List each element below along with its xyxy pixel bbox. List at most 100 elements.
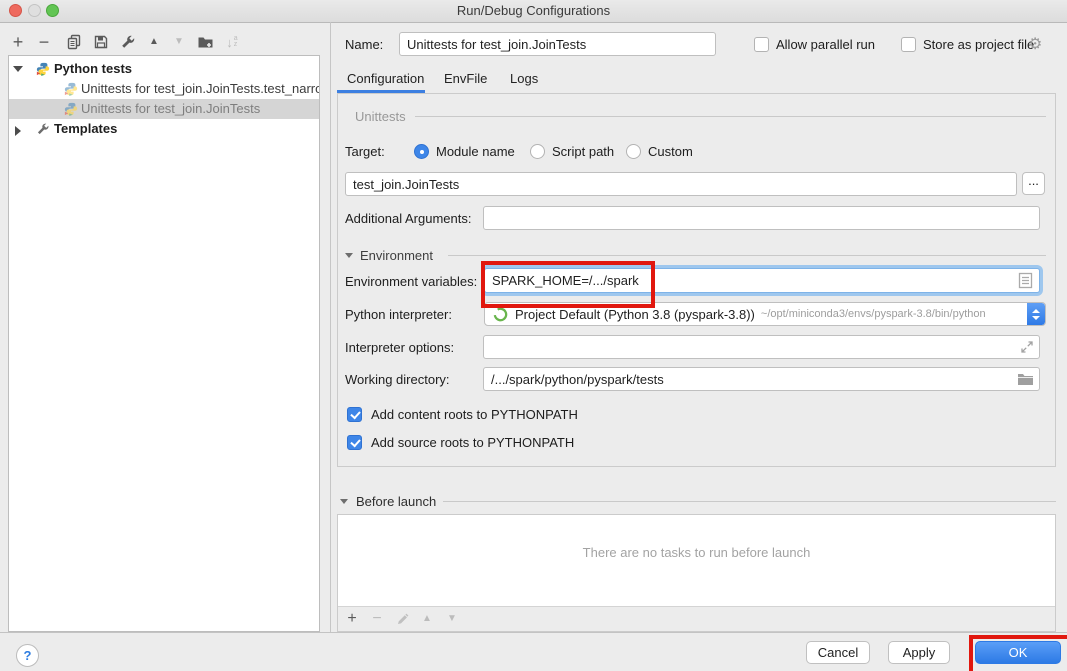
save-configuration-button[interactable]: [89, 31, 113, 53]
python-interpreter-select[interactable]: Project Default (Python 3.8 (pyspark-3.8…: [484, 302, 1046, 326]
tree-item-templates[interactable]: Templates: [9, 119, 319, 139]
environment-section-label[interactable]: Environment: [360, 248, 433, 263]
module-name-input[interactable]: [345, 172, 1017, 196]
store-as-project-file-checkbox[interactable]: [901, 37, 916, 52]
tree-item-unittests-jointests-selected[interactable]: Unittests for test_join.JoinTests: [9, 99, 319, 119]
pencil-icon: [396, 613, 409, 626]
panel-divider: [330, 22, 331, 632]
environment-variables-input[interactable]: [484, 268, 1040, 293]
additional-arguments-input[interactable]: [483, 206, 1040, 230]
tree-item-unittests-test-narrow[interactable]: Unittests for test_join.JoinTests.test_n…: [9, 79, 319, 99]
help-button[interactable]: ?: [16, 644, 39, 667]
target-label: Target:: [345, 144, 385, 159]
additional-arguments-label: Additional Arguments:: [345, 211, 471, 226]
ok-button[interactable]: OK: [975, 641, 1061, 664]
tab-envfile[interactable]: EnvFile: [444, 71, 487, 86]
python-interpreter-value: Project Default (Python 3.8 (pyspark-3.8…: [515, 307, 755, 322]
conda-environment-icon: [493, 307, 508, 322]
expand-field-icon[interactable]: [1020, 340, 1034, 354]
apply-button[interactable]: Apply: [888, 641, 950, 664]
copy-configuration-button[interactable]: [62, 31, 86, 53]
working-directory-input[interactable]: [483, 367, 1040, 391]
run-debug-configurations-dialog: Run/Debug Configurations + − ▲ ▼ ↓ az: [0, 0, 1067, 671]
python-interpreter-path: ~/opt/miniconda3/envs/pyspark-3.8/bin/py…: [761, 308, 986, 320]
gear-icon[interactable]: ⚙: [1028, 34, 1042, 54]
add-source-roots-label: Add source roots to PYTHONPATH: [371, 435, 574, 450]
target-custom-radio[interactable]: [626, 144, 641, 159]
chevron-up-icon: [1032, 309, 1040, 313]
wrench-icon: [120, 34, 136, 50]
environment-variables-label: Environment variables:: [345, 274, 477, 289]
sort-az-icon: az: [234, 36, 238, 48]
tree-item-label: Templates: [54, 121, 117, 136]
tree-item-label: Unittests for test_join.JoinTests.test_n…: [81, 81, 320, 96]
python-tests-icon: [36, 62, 50, 76]
edit-task-button[interactable]: [390, 608, 414, 630]
copy-icon: [66, 34, 82, 50]
window-title: Run/Debug Configurations: [0, 3, 1067, 18]
before-launch-collapse-icon[interactable]: [340, 499, 348, 504]
move-down-icon: ▼: [174, 37, 184, 47]
unittests-group-label: Unittests: [355, 109, 406, 124]
chevron-down-icon: [1032, 316, 1040, 320]
plus-icon: +: [13, 33, 24, 51]
name-label: Name:: [345, 37, 383, 52]
tree-item-label: Python tests: [54, 61, 132, 76]
configuration-tree: Python tests Unittests for test_join.Joi…: [8, 55, 320, 632]
tab-logs[interactable]: Logs: [510, 71, 538, 86]
section-divider: [448, 255, 1046, 256]
interpreter-dropdown-stepper[interactable]: [1027, 303, 1045, 325]
move-up-icon: ▲: [422, 614, 432, 624]
move-task-down-button[interactable]: ▼: [440, 608, 464, 630]
move-down-button[interactable]: ▼: [167, 31, 191, 53]
remove-configuration-button[interactable]: −: [32, 31, 56, 53]
environment-collapse-icon[interactable]: [345, 253, 353, 258]
before-launch-section-label[interactable]: Before launch: [356, 494, 436, 509]
python-test-icon: [64, 82, 78, 96]
target-script-path-label: Script path: [552, 144, 614, 159]
minus-icon: −: [39, 33, 50, 51]
tree-item-python-tests[interactable]: Python tests: [9, 59, 319, 79]
move-up-button[interactable]: ▲: [142, 31, 166, 53]
target-script-path-radio[interactable]: [530, 144, 545, 159]
chevron-down-icon[interactable]: [13, 66, 23, 72]
python-test-icon: [64, 102, 78, 116]
add-configuration-button[interactable]: +: [6, 31, 30, 53]
add-task-button[interactable]: +: [340, 608, 364, 630]
add-content-roots-checkbox[interactable]: [347, 407, 362, 422]
interpreter-options-input[interactable]: [483, 335, 1040, 359]
save-icon: [93, 34, 109, 50]
cancel-button[interactable]: Cancel: [806, 641, 870, 664]
sort-configurations-button[interactable]: ↓ az: [220, 31, 244, 53]
task-list-toolbar: + − ▲ ▼: [338, 606, 1055, 631]
browse-module-button[interactable]: ...: [1022, 172, 1045, 195]
add-source-roots-checkbox[interactable]: [347, 435, 362, 450]
before-launch-task-list: There are no tasks to run before launch …: [337, 514, 1056, 632]
remove-task-button[interactable]: −: [365, 608, 389, 630]
name-input[interactable]: [399, 32, 716, 56]
minus-icon: −: [372, 611, 381, 627]
new-folder-button[interactable]: [193, 31, 217, 53]
target-custom-label: Custom: [648, 144, 693, 159]
allow-parallel-run-checkbox[interactable]: [754, 37, 769, 52]
tab-configuration[interactable]: Configuration: [347, 71, 424, 86]
footer-divider: [0, 632, 1067, 633]
chevron-right-icon[interactable]: [15, 126, 21, 136]
group-divider: [415, 116, 1046, 117]
folder-icon: [1017, 373, 1034, 386]
target-module-name-radio[interactable]: [414, 144, 429, 159]
working-directory-label: Working directory:: [345, 372, 450, 387]
add-content-roots-label: Add content roots to PYTHONPATH: [371, 407, 578, 422]
tree-item-label: Unittests for test_join.JoinTests: [81, 101, 260, 116]
question-mark-icon: ?: [24, 648, 32, 663]
new-folder-icon: [197, 34, 214, 50]
move-up-icon: ▲: [149, 37, 159, 47]
sort-arrow-icon: ↓: [226, 36, 233, 49]
templates-wrench-icon: [36, 122, 50, 136]
plus-icon: +: [347, 611, 356, 627]
edit-variables-list-icon[interactable]: [1018, 272, 1033, 289]
before-launch-empty-message: There are no tasks to run before launch: [338, 545, 1055, 560]
move-task-up-button[interactable]: ▲: [415, 608, 439, 630]
section-divider: [443, 501, 1056, 502]
edit-templates-button[interactable]: [116, 31, 140, 53]
